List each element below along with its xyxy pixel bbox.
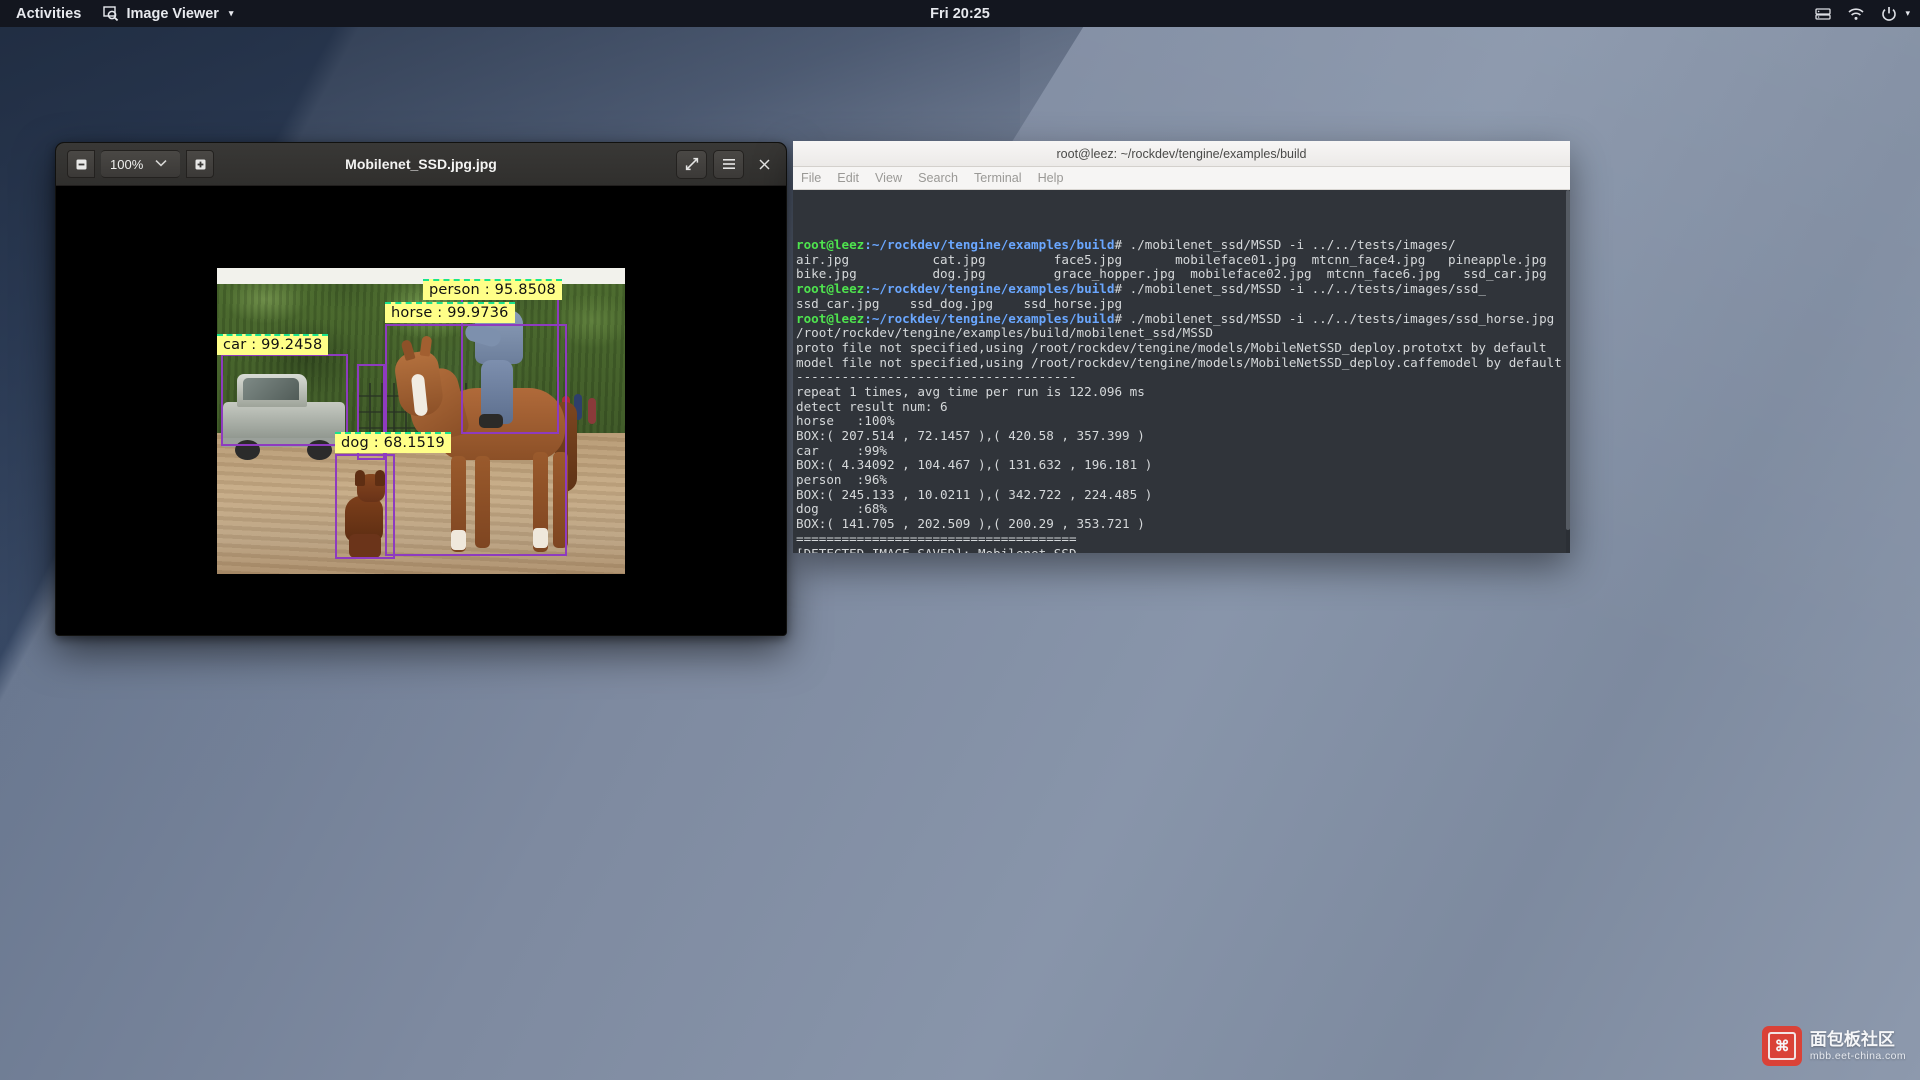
terminal-scrollbar[interactable]	[1566, 190, 1570, 553]
detection-label-horse: horse : 99.9736	[385, 302, 515, 323]
terminal-prompt-command: # ./mobilenet_ssd/MSSD -i ../../tests/im…	[1114, 310, 1555, 326]
zoom-controls[interactable]: 100%	[67, 150, 214, 178]
terminal-title: root@leez: ~/rockdev/tengine/examples/bu…	[1056, 146, 1307, 161]
menu-item-edit[interactable]: Edit	[837, 171, 859, 185]
terminal-prompt-path: :~/rockdev/tengine/examples/build	[864, 237, 1115, 253]
chevron-down-icon-zoom	[155, 159, 167, 170]
wifi-icon	[1847, 5, 1865, 23]
terminal-line: air.jpg cat.jpg face5.jpg mobileface01.j…	[796, 251, 1547, 267]
menu-item-search[interactable]: Search	[918, 171, 958, 185]
chevron-down-icon: ▾	[228, 8, 234, 18]
watermark-title-cn: 面包板社区	[1809, 1030, 1895, 1050]
chevron-down-icon-tray: ▾	[1905, 8, 1910, 18]
detection-label-dog: dog : 68.1519	[335, 432, 451, 453]
terminal-prompt-path: :~/rockdev/tengine/examples/build	[864, 281, 1115, 297]
terminal-line: =====================================	[796, 530, 1077, 546]
terminal-line: BOX:( 141.705 , 202.509 ),( 200.29 , 353…	[796, 516, 1145, 532]
detected-image: person : 95.8508 horse : 99.9736 car : 9…	[217, 268, 625, 574]
terminal-window[interactable]: root@leez: ~/rockdev/tengine/examples/bu…	[793, 141, 1570, 553]
watermark-logo-icon: ⌘	[1761, 1026, 1802, 1066]
image-viewer-titlebar[interactable]: 100% Mobilenet_SSD.jpg.jpg	[56, 143, 786, 186]
menu-item-view[interactable]: View	[875, 171, 902, 185]
terminal-prompt-line: root@leez:~/rockdev/tengine/examples/bui…	[796, 237, 1570, 253]
terminal-line: car :99%	[796, 442, 887, 458]
terminal-line: repeat 1 times, avg time per run is 122.…	[796, 383, 1145, 399]
terminal-line: BOX:( 207.514 , 72.1457 ),( 420.58 , 357…	[796, 428, 1145, 444]
activities-button[interactable]: Activities	[0, 6, 95, 22]
terminal-menubar[interactable]: File Edit View Search Terminal Help	[793, 167, 1570, 190]
detection-label-person: person : 95.8508	[423, 279, 562, 300]
terminal-line: model file not specified,using /root/roc…	[796, 354, 1562, 370]
terminal-line: detect result num: 6	[796, 398, 948, 414]
image-viewer-window-controls[interactable]	[676, 143, 778, 185]
terminal-prompt-line: root@leez:~/rockdev/tengine/examples/bui…	[796, 281, 1570, 297]
gnome-top-bar: Activities Image Viewer ▾ Fri 20:25 ▾	[0, 0, 1920, 27]
network-icon	[1814, 5, 1832, 23]
terminal-line: person :96%	[796, 472, 887, 488]
terminal-prompt-user: root@leez	[796, 281, 865, 297]
close-icon[interactable]	[750, 151, 778, 178]
power-icon	[1880, 5, 1898, 23]
hamburger-menu-icon[interactable]	[713, 149, 744, 179]
terminal-line: [DETECTED IMAGE SAVED]: Mobilenet_SSD	[796, 546, 1570, 553]
terminal-prompt-user: root@leez	[796, 237, 865, 253]
clock[interactable]: Fri 20:25	[0, 6, 1920, 22]
watermark-title-en: mbb.eet-china.com	[1809, 1049, 1906, 1062]
terminal-line: /root/rockdev/tengine/examples/build/mob…	[796, 325, 1214, 341]
watermark: ⌘ 面包板社区 mbb.eet-china.com	[1761, 1026, 1906, 1066]
terminal-prompt-line: root@leez:~/rockdev/tengine/examples/bui…	[796, 310, 1570, 327]
bbox-car	[221, 354, 348, 446]
terminal-titlebar[interactable]: root@leez: ~/rockdev/tengine/examples/bu…	[793, 141, 1570, 167]
menu-item-file[interactable]: File	[801, 171, 821, 185]
terminal-line: -------------------------------------	[796, 369, 1077, 385]
system-tray[interactable]: ▾	[1814, 0, 1910, 27]
zoom-level-value: 100%	[110, 156, 144, 172]
photo-sky	[217, 268, 625, 284]
app-menu-label: Image Viewer	[126, 5, 219, 22]
terminal-prompt-command: # ./mobilenet_ssd/MSSD -i ../../tests/im…	[1114, 281, 1486, 297]
terminal-line: ssd_car.jpg ssd_dog.jpg ssd_horse.jpg	[796, 295, 1123, 311]
terminal-prompt-command: # ./mobilenet_ssd/MSSD -i ../../tests/im…	[1114, 237, 1456, 253]
terminal-line: proto file not specified,using /root/roc…	[796, 339, 1547, 355]
terminal-output[interactable]: root@leez:~/rockdev/tengine/examples/bui…	[793, 190, 1570, 553]
watermark-logo-glyph: ⌘	[1774, 1038, 1790, 1055]
zoom-level-select[interactable]: 100%	[101, 150, 180, 178]
terminal-line: horse :100%	[796, 413, 895, 429]
terminal-line: bike.jpg dog.jpg grace_hopper.jpg mobile…	[796, 266, 1547, 282]
detection-label-car: car : 99.2458	[217, 334, 329, 355]
fullscreen-icon[interactable]	[676, 149, 707, 179]
zoom-out-button[interactable]	[67, 150, 95, 178]
terminal-prompt-user: root@leez	[796, 310, 865, 326]
terminal-line: BOX:( 4.34092 , 104.467 ),( 131.632 , 19…	[796, 457, 1153, 473]
menu-item-terminal[interactable]: Terminal	[974, 171, 1022, 185]
image-canvas[interactable]: person : 95.8508 horse : 99.9736 car : 9…	[56, 186, 786, 635]
terminal-line: dog :68%	[796, 501, 887, 517]
app-menu-button[interactable]: Image Viewer ▾	[95, 6, 241, 22]
bbox-dog	[335, 454, 395, 559]
terminal-line: BOX:( 245.133 , 10.0211 ),( 342.722 , 22…	[796, 486, 1153, 502]
image-viewer-window[interactable]: 100% Mobilenet_SSD.jpg.jpg person: 95.8…	[55, 142, 787, 636]
terminal-prompt-path: :~/rockdev/tengine/examples/build	[864, 310, 1115, 326]
zoom-in-button[interactable]	[186, 150, 214, 178]
menu-item-help[interactable]: Help	[1038, 171, 1064, 185]
image-viewer-icon	[103, 6, 119, 21]
